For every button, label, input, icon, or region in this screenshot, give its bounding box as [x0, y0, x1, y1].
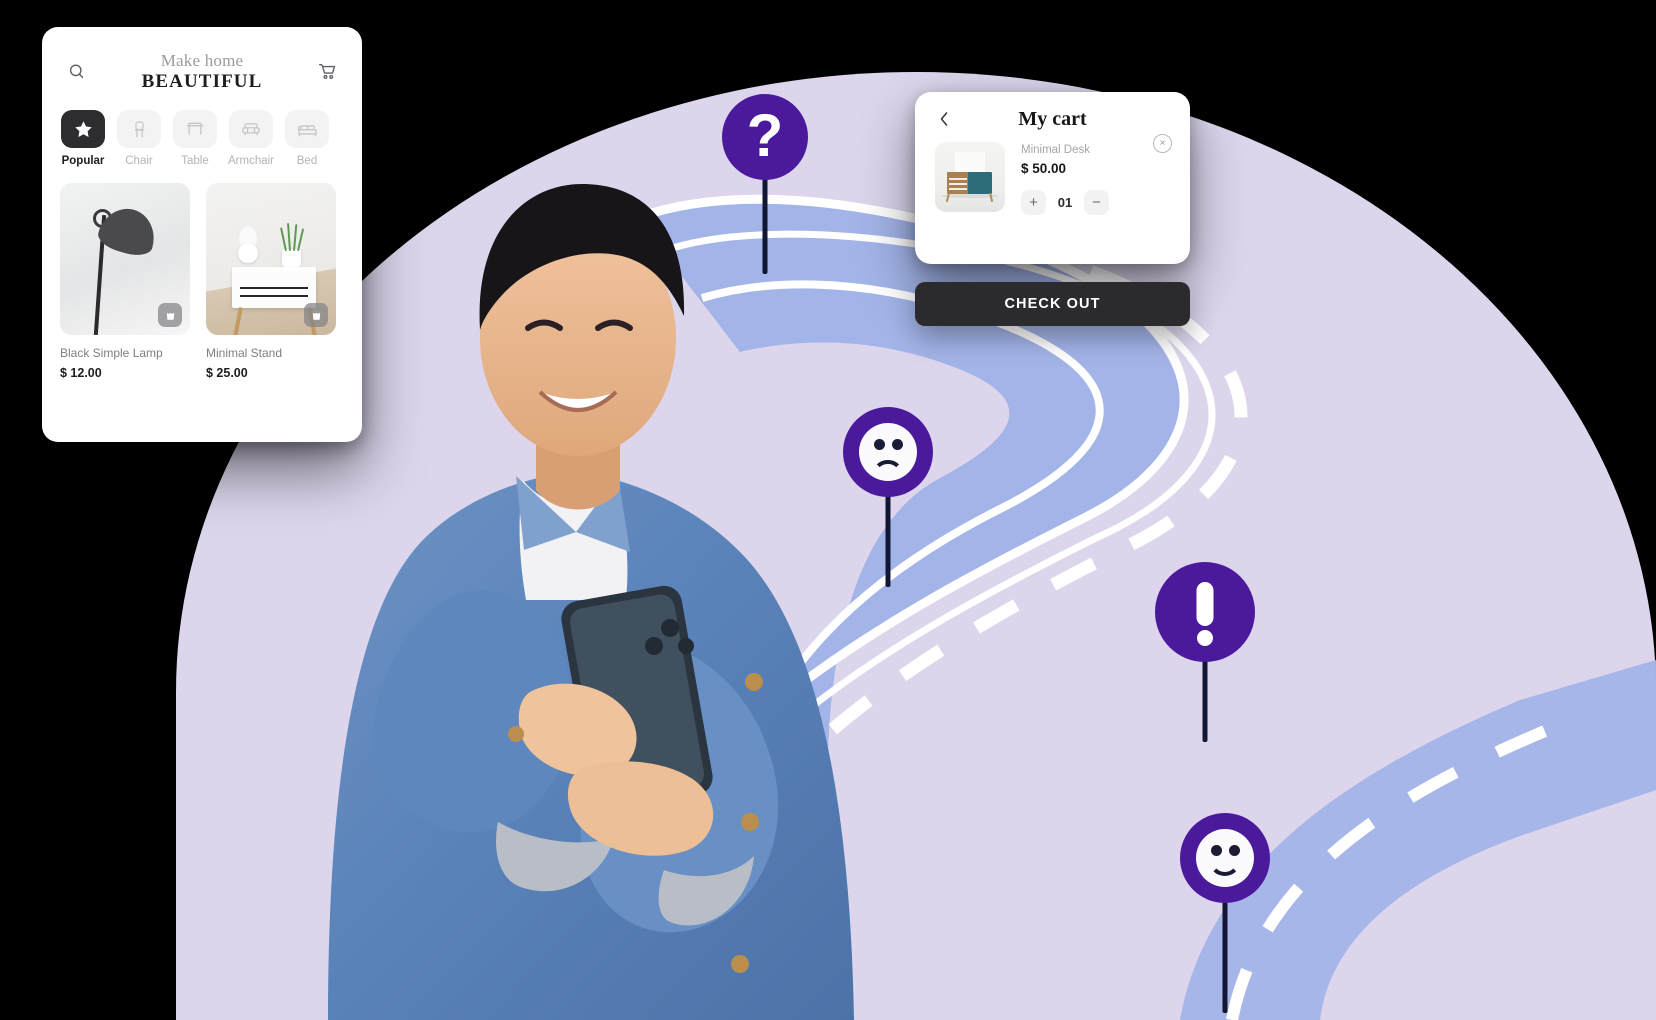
chevron-left-icon[interactable]: [935, 110, 953, 128]
pin-head: ?: [722, 94, 808, 180]
pin-stem: [1202, 650, 1208, 742]
quantity-value: 01: [1057, 195, 1073, 210]
scene-stage: Make home BEAUTIFUL Popular Chair Table …: [0, 0, 1656, 1020]
decrease-quantity-button[interactable]: −: [1084, 190, 1109, 215]
pin-stem: [885, 487, 891, 587]
increase-quantity-button[interactable]: +: [1021, 190, 1046, 215]
product-name: Black Simple Lamp: [60, 346, 163, 361]
pin-head: [1180, 813, 1270, 903]
exclamation-pin[interactable]: [1155, 562, 1255, 742]
sad-face-icon: [859, 423, 917, 481]
right-eye: [891, 439, 903, 451]
pin-stem: [762, 172, 768, 274]
product-image-lamp: [60, 183, 190, 336]
category-label: Popular: [61, 155, 105, 168]
left-eye: [873, 439, 885, 451]
cart-item-price: $ 50.00: [1021, 161, 1067, 176]
close-circle-icon[interactable]: ×: [1153, 134, 1172, 153]
left-eye: [1210, 845, 1222, 857]
quantity-stepper: + 01 −: [1021, 190, 1170, 215]
my-cart-panel: My cart Minimal Desk $ 50.00 + 01 − ×: [915, 92, 1190, 264]
checkout-button[interactable]: CHECK OUT: [915, 282, 1190, 326]
cart-item-row: Minimal Desk $ 50.00 + 01 − ×: [915, 128, 1190, 215]
sad-face-pin[interactable]: [843, 407, 933, 587]
brand-line-1: Make home: [160, 51, 244, 70]
search-icon[interactable]: [64, 59, 90, 85]
happy-face-icon: [1196, 829, 1254, 887]
pin-stem: [1222, 895, 1228, 1013]
smile-mouth: [1208, 858, 1242, 876]
happy-face-pin[interactable]: [1180, 813, 1270, 1013]
cart-header: My cart: [915, 92, 1190, 130]
question-pin[interactable]: ?: [722, 94, 808, 274]
category-tab-chair[interactable]: Chair: [116, 110, 162, 167]
cart-item-info: Minimal Desk $ 50.00 + 01 −: [1021, 142, 1170, 215]
category-tab-popular[interactable]: Popular: [60, 110, 106, 167]
product-price: $ 12.00: [60, 366, 102, 381]
cart-item-thumbnail: [935, 142, 1005, 212]
cart-item-name: Minimal Desk: [1021, 144, 1091, 156]
product-card-lamp[interactable]: Black Simple Lamp $ 12.00: [60, 183, 190, 380]
question-mark-glyph: ?: [746, 102, 784, 169]
exclamation-bar: [1196, 582, 1214, 626]
chair-icon: [117, 110, 161, 149]
category-label: Chair: [125, 155, 153, 168]
exclamation-dot: [1197, 630, 1213, 646]
right-eye: [1228, 845, 1240, 857]
frown-mouth: [872, 459, 904, 476]
pin-head: [843, 407, 933, 497]
pin-head: [1155, 562, 1255, 662]
star-icon: [61, 110, 105, 149]
